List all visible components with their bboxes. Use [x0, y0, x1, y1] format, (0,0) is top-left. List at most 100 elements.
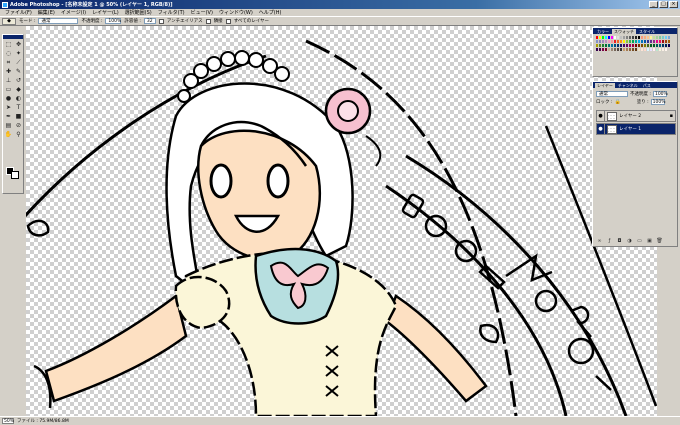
title-bar: Adobe Photoshop - [名称未設定 1 @ 50% (レイヤー 1…: [0, 0, 680, 9]
right-arm: [384, 294, 488, 403]
new-layer-icon[interactable]: ▣: [646, 238, 653, 244]
layer-name: レイヤー 2: [619, 114, 642, 119]
layers-footer: ∞ ƒ ◘ ◑ ▭ ▣ 🗑: [596, 238, 663, 244]
contiguous-checkbox[interactable]: [205, 18, 211, 24]
layer-name: レイヤー 1: [619, 127, 642, 132]
minimize-button[interactable]: _: [649, 1, 658, 8]
layer-opacity-field[interactable]: 100%: [652, 91, 668, 97]
zoom-field[interactable]: 50%: [2, 418, 14, 424]
blur-tool-icon[interactable]: ●: [4, 95, 13, 103]
blend-mode-select[interactable]: 通常: [596, 91, 628, 97]
window-title: Adobe Photoshop - [名称未設定 1 @ 50% (レイヤー 1…: [10, 2, 173, 8]
lasso-tool-icon[interactable]: ◌: [4, 50, 13, 58]
magic-wand-tool-icon[interactable]: ✦: [14, 50, 23, 58]
mode-select[interactable]: 通常: [38, 18, 79, 24]
clone-stamp-tool-icon[interactable]: ⊥: [4, 77, 13, 85]
eraser-tool-icon[interactable]: ▭: [4, 86, 13, 94]
brush-tool-icon[interactable]: ✎: [14, 68, 23, 76]
history-brush-tool-icon[interactable]: ↺: [14, 77, 23, 85]
tab-channels[interactable]: チャンネル: [616, 83, 640, 88]
link-icon[interactable]: ∞: [596, 238, 603, 244]
paint-bucket-tool-icon[interactable]: ◆: [14, 86, 23, 94]
tool-preset-picker[interactable]: ◆: [2, 17, 16, 25]
menu-file[interactable]: ファイル(F): [2, 9, 35, 16]
type-tool-icon[interactable]: T: [14, 104, 23, 112]
adjustment-icon[interactable]: ◑: [626, 238, 633, 244]
layer-style-icon[interactable]: ƒ: [606, 238, 613, 244]
document-canvas[interactable]: [26, 26, 657, 416]
visibility-eye-icon[interactable]: ●: [597, 110, 605, 122]
tab-paths[interactable]: パス: [641, 83, 653, 88]
fill-field[interactable]: 100%: [650, 99, 666, 105]
menu-filter[interactable]: フィルタ(T): [155, 9, 188, 16]
menu-window[interactable]: ウィンドウ(W): [216, 9, 256, 16]
tab-layers[interactable]: レイヤー: [595, 83, 615, 88]
petal-left: [26, 219, 50, 237]
options-bar: ◆ モード : 通常 不透明度 : 100% 許容値 : 32 アンチエイリアス…: [0, 16, 680, 26]
menu-edit[interactable]: 編集(E): [35, 9, 58, 16]
contiguous-label: 隣接: [213, 19, 223, 24]
mode-label: モード :: [19, 19, 36, 24]
menu-help[interactable]: ヘルプ(H): [256, 9, 285, 16]
healing-brush-tool-icon[interactable]: ✚: [4, 68, 13, 76]
left-arm: [44, 293, 188, 403]
toolbox: ⬚ ✥ ◌ ✦ ⌗ ⟋ ✚ ✎ ⊥ ↺ ▭ ◆ ● ◐ ➤ T ✒ ■ ▤ ⊘ …: [2, 34, 24, 194]
menu-image[interactable]: イメージ(I): [58, 9, 89, 16]
all-layers-label: すべてのレイヤー: [233, 19, 270, 24]
layer-thumbnail: [607, 111, 617, 121]
layers-panel: レイヤー チャンネル パス 通常 不透明度 : 100% ロック : 🔒 塗り …: [592, 81, 678, 247]
lock-icon[interactable]: 🔒: [614, 99, 620, 105]
tab-styles[interactable]: スタイル: [637, 29, 657, 34]
layer-lock-icon: ▪: [669, 113, 673, 119]
status-bar: 50% ファイル : 75.9M/86.8M: [0, 416, 680, 425]
layer-opacity-label: 不透明度 :: [630, 92, 651, 97]
color-swatch[interactable]: [668, 44, 671, 48]
opacity-label: 不透明度 :: [81, 19, 103, 24]
zoom-tool-icon[interactable]: ⚲: [14, 131, 23, 139]
antialias-checkbox[interactable]: [158, 18, 164, 24]
menu-layer[interactable]: レイヤー(L): [89, 9, 122, 16]
folder-icon[interactable]: ▭: [636, 238, 643, 244]
close-button[interactable]: ×: [669, 1, 678, 8]
lock-label: ロック :: [596, 100, 613, 105]
right-eye: [266, 163, 290, 199]
tolerance-label: 許容値 :: [124, 19, 141, 24]
visibility-eye-icon[interactable]: ●: [597, 123, 605, 135]
hand-tool-icon[interactable]: ✋: [4, 131, 13, 139]
antialias-label: アンチエイリアス: [166, 19, 203, 24]
eyedropper-tool-icon[interactable]: ⊘: [14, 122, 23, 130]
document-info[interactable]: ファイル : 75.9M/86.8M: [17, 418, 69, 424]
crop-tool-icon[interactable]: ⌗: [4, 59, 13, 67]
marquee-tool-icon[interactable]: ⬚: [4, 41, 13, 49]
trash-icon[interactable]: 🗑: [656, 238, 663, 244]
mask-icon[interactable]: ◘: [616, 238, 623, 244]
layer-thumbnail: [607, 124, 617, 134]
maximize-button[interactable]: □: [659, 1, 668, 8]
pen-tool-icon[interactable]: ✒: [4, 113, 13, 121]
all-layers-checkbox[interactable]: [225, 18, 231, 24]
color-swatch[interactable]: [665, 48, 668, 52]
layer-row-selected[interactable]: ● レイヤー 1: [596, 123, 676, 135]
paint-bucket-icon: ◆: [7, 18, 11, 24]
opacity-field[interactable]: 100%: [105, 18, 122, 24]
path-select-tool-icon[interactable]: ➤: [4, 104, 13, 112]
shape-tool-icon[interactable]: ■: [14, 113, 23, 121]
tolerance-field[interactable]: 32: [143, 18, 156, 24]
menu-bar: ファイル(F) 編集(E) イメージ(I) レイヤー(L) 選択範囲(S) フィ…: [0, 9, 680, 16]
photoshop-app-icon: [2, 1, 8, 8]
slice-tool-icon[interactable]: ⟋: [14, 59, 23, 67]
notes-tool-icon[interactable]: ▤: [4, 122, 13, 130]
left-eye: [209, 163, 233, 199]
lineart-illustration: [26, 39, 657, 416]
background-color-swatch[interactable]: [11, 171, 19, 179]
dodge-tool-icon[interactable]: ◐: [14, 95, 23, 103]
move-tool-icon[interactable]: ✥: [14, 41, 23, 49]
menu-select[interactable]: 選択範囲(S): [122, 9, 155, 16]
layer-row[interactable]: ● レイヤー 2 ▪: [596, 110, 676, 122]
tab-color[interactable]: カラー: [595, 29, 611, 34]
menu-view[interactable]: ビュー(V): [188, 9, 216, 16]
petal-right: [479, 323, 500, 344]
sleeve: [174, 275, 231, 330]
swatches-panel: カラー スウォッチ スタイル: [592, 27, 678, 77]
tab-swatches[interactable]: スウォッチ: [612, 29, 636, 34]
